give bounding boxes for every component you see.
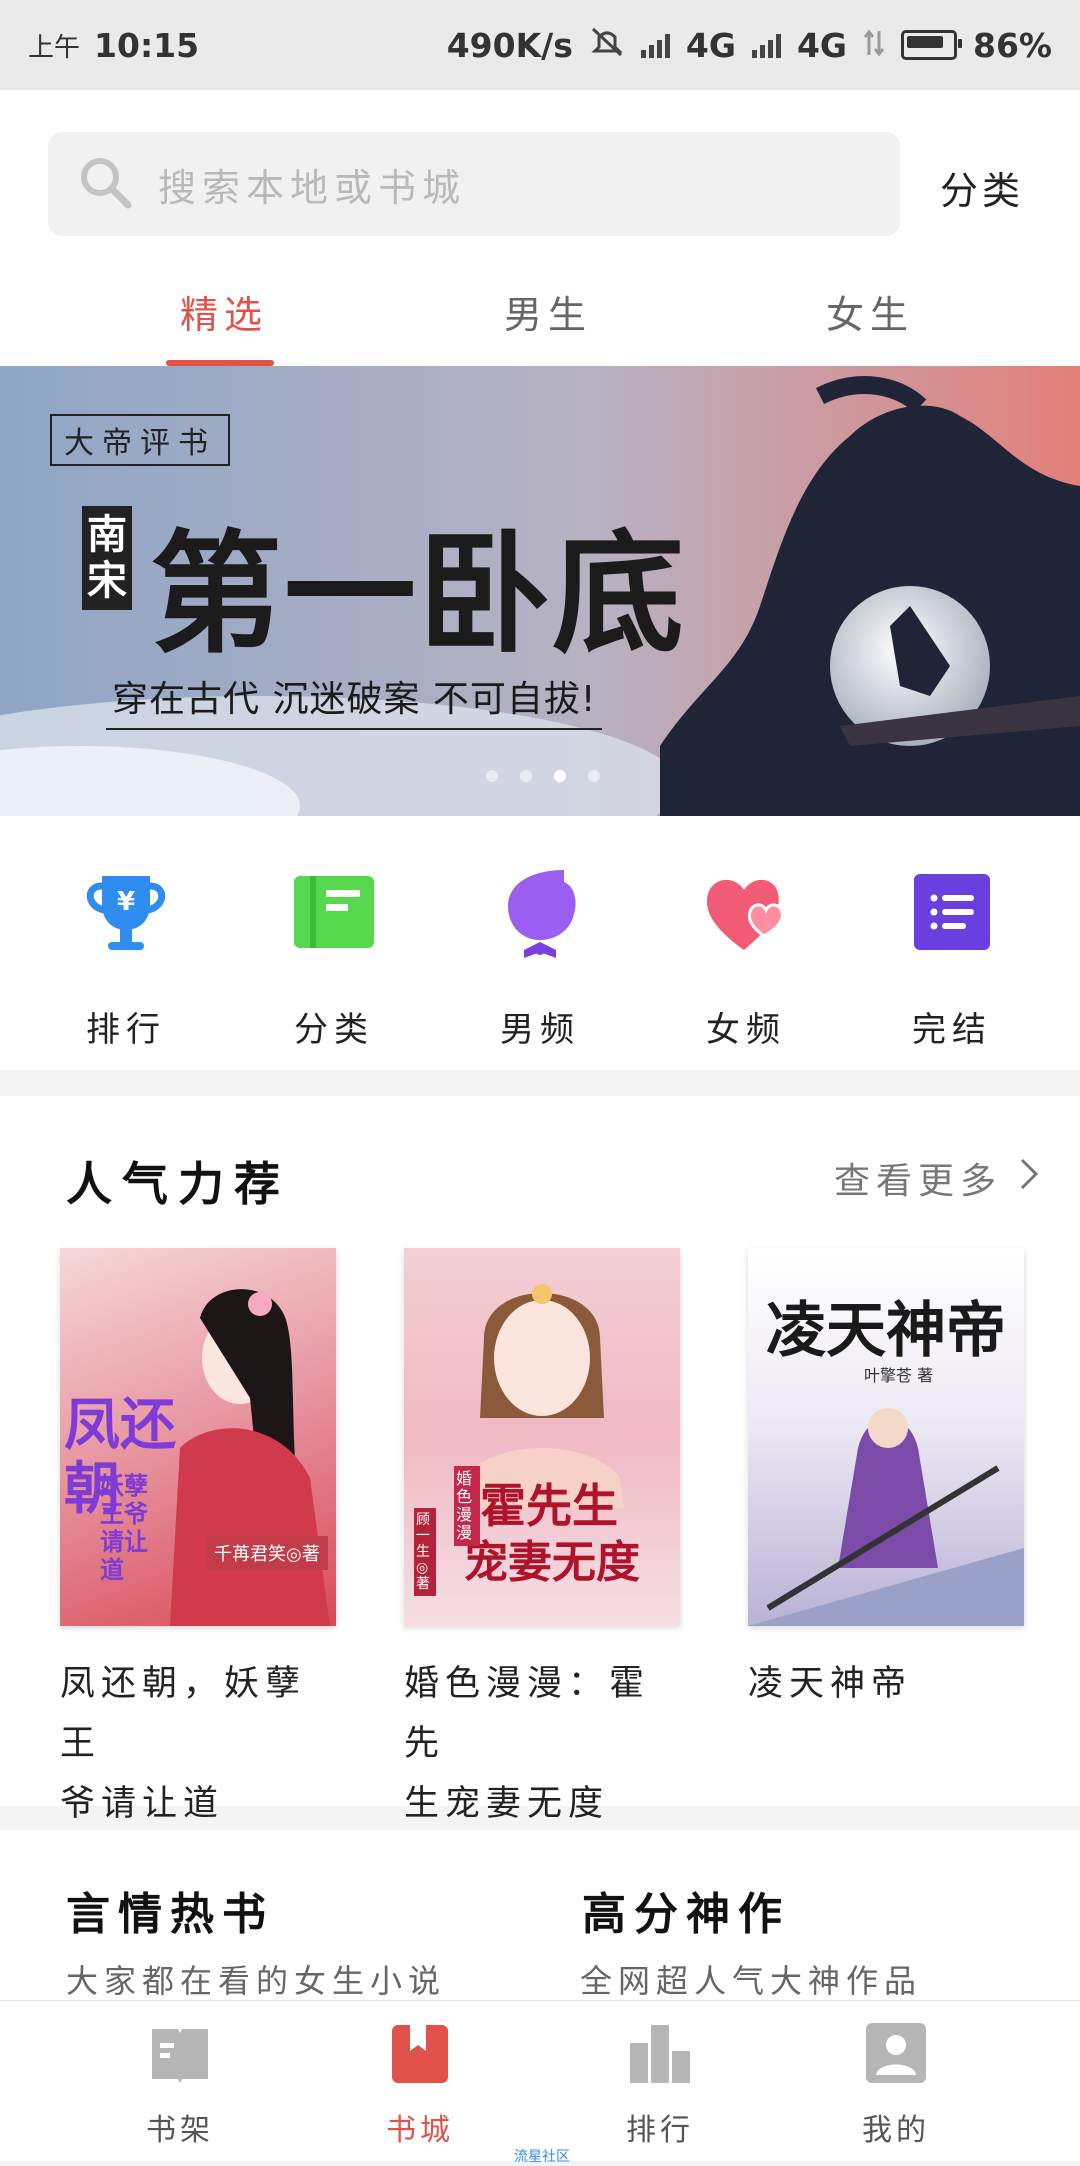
book-cover: 凤还朝 妖孽王爷请让道 千苒君笑◎著 [60, 1248, 336, 1626]
community-label[interactable]: 流星社区 [514, 2146, 570, 2166]
banner-dot[interactable] [588, 770, 600, 782]
section-romance-subtitle: 大家都在看的女生小说 [66, 1962, 447, 2000]
quick-link-label: 排行 [86, 1010, 166, 1050]
quick-link-female[interactable]: 女频 [676, 866, 816, 1051]
banner-tag: 大帝评书 [50, 414, 230, 466]
bottom-navigation: 书架 书城 排行 我的 [0, 2000, 1080, 2161]
cover-subtitle: 宠妻无度 [464, 1537, 640, 1588]
profile-icon [826, 2021, 966, 2089]
quick-links: ¥ 排行 分类 男频 女频 完结 [0, 816, 1080, 1070]
quick-link-label: 分类 [294, 1010, 374, 1050]
clock: 10:15 [94, 25, 200, 65]
quick-link-completed[interactable]: 完结 [882, 866, 1022, 1051]
book-title-line: 凤还朝，妖孽王 [60, 1664, 307, 1764]
nav-profile[interactable]: 我的 [826, 2021, 966, 2149]
time-prefix: 上午 [28, 32, 81, 63]
bookshelf-icon [110, 2021, 250, 2089]
section-title: 人气力荐 [66, 1157, 290, 1211]
book-title-line: 爷请让道 [60, 1784, 225, 1824]
tab-bar: 精选 男生 女生 [0, 270, 1080, 366]
search-icon [78, 155, 132, 213]
banner-slogan: 穿在古代 沉迷破案 不可自拔! [106, 670, 603, 730]
trophy-icon: ¥ [56, 866, 196, 958]
view-more-label: 查看更多 [834, 1161, 1003, 1202]
banner-side-title: 南宋 [82, 506, 132, 610]
quick-link-label: 女频 [706, 1010, 786, 1050]
list-icon [882, 866, 1022, 958]
book-card[interactable]: 凤还朝 妖孽王爷请让道 千苒君笑◎著 凤还朝，妖孽王 爷请让道 [60, 1248, 336, 1834]
signal-icon [640, 32, 670, 58]
book-title-line: 凌天神帝 [748, 1664, 913, 1704]
battery-level: 86% [973, 25, 1052, 65]
nav-label: 书城 [386, 2113, 454, 2148]
banner-dot-active[interactable] [554, 770, 566, 782]
bookstore-icon [350, 2021, 490, 2089]
book-card[interactable]: 霍先生 宠妻无度 婚色漫漫 顾一生◎著 婚色漫漫：霍先 生宠妻无度 [404, 1248, 680, 1834]
book-cover: 霍先生 宠妻无度 婚色漫漫 顾一生◎著 [404, 1248, 680, 1626]
data-transfer-icon [863, 26, 885, 65]
popular-section: 人气力荐 查看更多 凤还朝 妖孽王爷请让道 千苒君笑◎著 凤还朝，妖孽王 爷请让… [0, 1096, 1080, 1824]
cover-author: 千苒君笑◎著 [206, 1536, 328, 1570]
battery-icon [901, 30, 962, 60]
tab-male[interactable]: 男生 [504, 284, 592, 339]
nav-bookstore[interactable]: 书城 [350, 2021, 490, 2149]
nav-label: 排行 [626, 2113, 694, 2148]
mute-icon [589, 26, 625, 65]
search-bar[interactable]: 搜索本地或书城 [48, 132, 900, 236]
cover-author: 叶擎苍 著 [864, 1366, 934, 1385]
section-top-rated-title[interactable]: 高分神作 [582, 1878, 790, 1942]
quick-link-label: 完结 [912, 1010, 992, 1050]
signal-icon-2 [751, 32, 781, 58]
quick-link-label: 男频 [500, 1010, 580, 1050]
network-type-2: 4G [796, 25, 847, 65]
nav-ranking[interactable]: 排行 [590, 2021, 730, 2149]
book-card[interactable]: 凌天神帝 叶擎苍 著 凌天神帝 [748, 1248, 1024, 1714]
quick-link-category[interactable]: 分类 [264, 866, 404, 1051]
book-title: 凌天神帝 [748, 1654, 1024, 1714]
book-title-line: 生宠妻无度 [404, 1784, 610, 1824]
boy-icon [470, 866, 610, 958]
category-book-icon [264, 866, 404, 958]
banner-dot[interactable] [486, 770, 498, 782]
promo-banner[interactable]: 大帝评书 南宋 第一卧底 穿在古代 沉迷破案 不可自拔! [0, 366, 1080, 816]
cover-title: 凌天神帝 [766, 1296, 1006, 1366]
ranking-icon [590, 2021, 730, 2089]
search-placeholder: 搜索本地或书城 [158, 165, 467, 210]
section-top-rated-subtitle: 全网超人气大神作品 [580, 1962, 923, 2000]
quick-link-ranking[interactable]: ¥ 排行 [56, 866, 196, 1051]
status-bar: 上午 10:15 490K/s 4G 4G 86% [0, 0, 1080, 90]
cover-subtitle: 妖孽王爷请让道 [100, 1472, 148, 1584]
hearts-icon [676, 866, 816, 958]
nav-label: 我的 [862, 2113, 930, 2148]
book-cover: 凌天神帝 叶擎苍 著 [748, 1248, 1024, 1626]
net-speed: 490K/s [446, 25, 573, 65]
nav-label: 书架 [146, 2113, 214, 2148]
chevron-right-icon [1018, 1156, 1040, 1201]
category-button[interactable]: 分类 [940, 160, 1024, 215]
cover-author: 顾一生◎著 [414, 1508, 436, 1596]
book-title: 婚色漫漫：霍先 生宠妻无度 [404, 1654, 680, 1834]
banner-pagination [486, 770, 600, 782]
banner-title: 第一卧底 [150, 517, 686, 672]
book-title: 凤还朝，妖孽王 爷请让道 [60, 1654, 336, 1834]
cover-badge: 婚色漫漫 [454, 1466, 480, 1546]
nav-bookshelf[interactable]: 书架 [110, 2021, 250, 2149]
svg-text:¥: ¥ [117, 887, 135, 917]
category-sections: 言情热书 大家都在看的女生小说 高分神作 全网超人气大神作品 [0, 1830, 1080, 2000]
tab-featured[interactable]: 精选 [180, 284, 268, 339]
section-romance-title[interactable]: 言情热书 [66, 1878, 274, 1942]
tab-female[interactable]: 女生 [826, 284, 914, 339]
quick-link-male[interactable]: 男频 [470, 866, 610, 1051]
network-type-1: 4G [685, 25, 736, 65]
book-title-line: 婚色漫漫：霍先 [404, 1664, 651, 1764]
banner-dot[interactable] [520, 770, 532, 782]
view-more-link[interactable]: 查看更多 [834, 1152, 1040, 1204]
